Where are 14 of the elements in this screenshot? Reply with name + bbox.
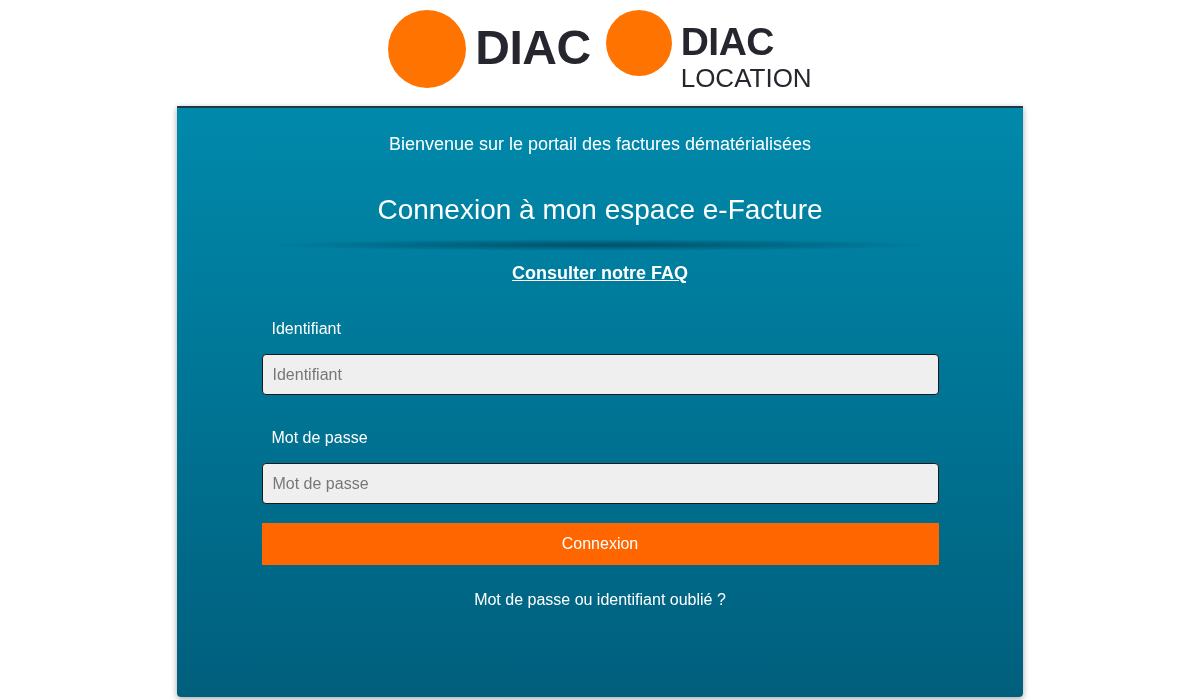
faq-link[interactable]: Consulter notre FAQ <box>512 262 688 284</box>
login-button[interactable]: Connexion <box>261 523 939 565</box>
logo-subtitle: LOCATION <box>680 65 812 91</box>
forgot-credentials-link[interactable]: Mot de passe ou identifiant oublié ? <box>474 590 726 610</box>
field-label: Mot de passe <box>271 428 368 448</box>
login-title: Connexion à mon espace e-Facture <box>377 193 823 227</box>
input-field[interactable]: Mot de passe <box>261 463 939 504</box>
field-label: Identifiant <box>271 319 341 339</box>
welcome-text: Bienvenue sur le portail des factures dématérialisées <box>388 133 812 155</box>
input-field[interactable]: Identifiant <box>261 354 939 395</box>
disc-logo-icon <box>388 10 467 88</box>
logo-wordmark: DIAC <box>680 22 774 61</box>
logo-wordmark: DIAC <box>475 24 591 72</box>
disc-logo-icon <box>605 10 672 76</box>
